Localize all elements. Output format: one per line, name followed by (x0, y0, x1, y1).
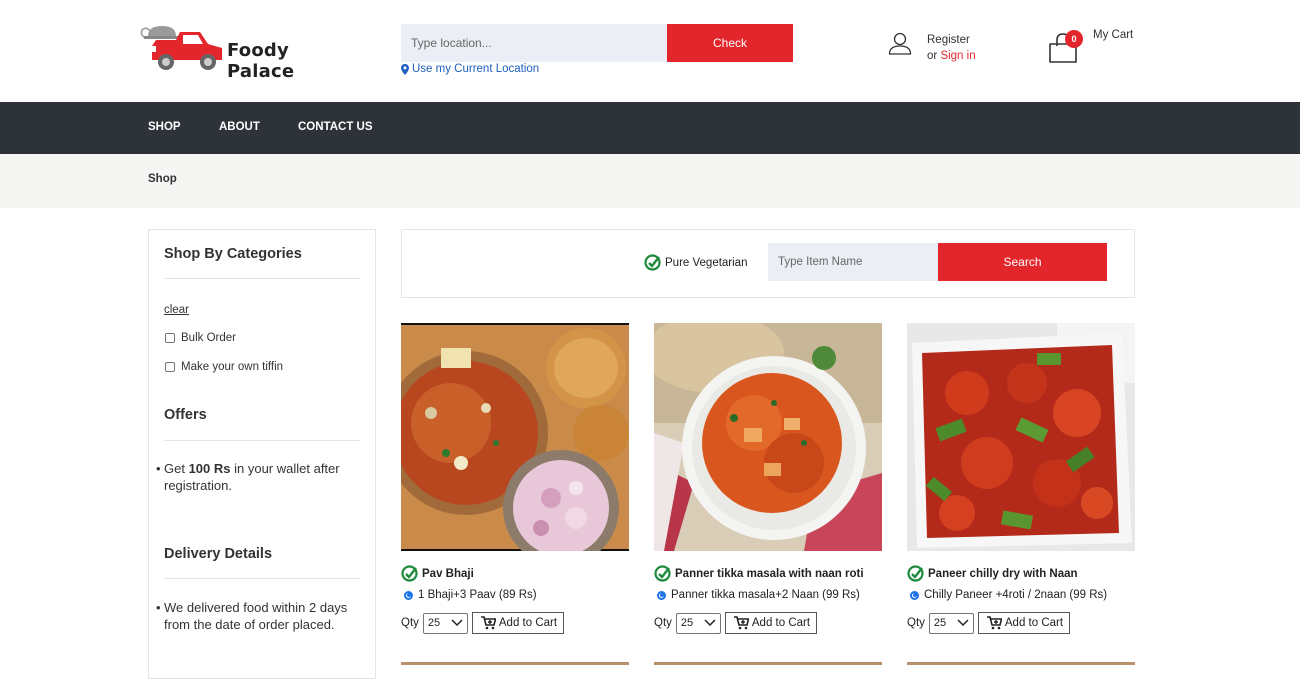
category-make-your-own-tiffin[interactable]: Make your own tiffin (165, 361, 283, 373)
cart-count-badge: 0 (1065, 30, 1083, 48)
product-image[interactable] (401, 323, 629, 551)
category-bulk-order[interactable]: Bulk Order (165, 332, 236, 344)
product-image[interactable] (654, 323, 882, 551)
main-nav: SHOP ABOUT CONTACT US (0, 102, 1300, 154)
sidebar: Shop By Categories clear Bulk Order Make… (148, 229, 376, 679)
delivery-heading: Delivery Details (164, 546, 273, 562)
item-search-panel: Pure Vegetarian Type Item Name Search (401, 229, 1135, 298)
cart-plus-icon (733, 616, 749, 630)
product-card: Pav Bhaji 1 Bhaji+3 Paav (89 Rs) Qty 25 … (401, 323, 629, 634)
categories-heading: Shop By Categories (164, 246, 302, 262)
veg-leaf-icon (654, 565, 671, 582)
sign-in-link[interactable]: Sign in (940, 50, 975, 62)
product-name: Panner tikka masala with naan roti (675, 567, 864, 580)
product-title[interactable]: Paneer chilly dry with Naan (907, 565, 1078, 582)
nav-item-shop[interactable]: SHOP (148, 121, 181, 133)
my-cart-link[interactable]: My Cart (1093, 29, 1133, 41)
qty-value: 25 (933, 617, 947, 629)
add-to-cart-button[interactable]: Add to Cart (471, 612, 565, 634)
product-name: Paneer chilly dry with Naan (928, 567, 1078, 580)
pure-vegetarian-label: Pure Vegetarian (665, 256, 748, 269)
add-to-cart-label: Add to Cart (751, 617, 811, 629)
qty-value: 25 (680, 617, 694, 629)
product-card: Panner tikka masala with naan roti Panne… (654, 323, 882, 634)
category-label: Make your own tiffin (181, 361, 284, 373)
product-image[interactable] (907, 323, 1135, 551)
offer-text: • Get 100 Rs in your wallet after regist… (156, 461, 340, 493)
cart-plus-icon (480, 616, 496, 630)
add-to-cart-label: Add to Cart (498, 617, 558, 629)
map-pin-icon (401, 63, 409, 75)
product-title[interactable]: Panner tikka masala with naan roti (654, 565, 864, 582)
variant-radio[interactable] (910, 590, 919, 600)
product-actions: Qty 25 Add to Cart (401, 612, 565, 634)
user-icon[interactable] (888, 31, 912, 55)
chevron-down-icon (451, 619, 463, 627)
nav-item-contact-us[interactable]: CONTACT US (298, 121, 373, 133)
breadcrumb-current: Shop (148, 173, 177, 185)
product-name: Pav Bhaji (422, 567, 474, 580)
variant-label: Chilly Paneer +4roti / 2naan (99 Rs) (924, 589, 1108, 601)
divider (164, 440, 360, 441)
variant-radio[interactable] (404, 590, 413, 600)
variant-radio[interactable] (657, 590, 666, 600)
delivery-car-icon (140, 26, 222, 70)
product-actions: Qty 25 Add to Cart (907, 612, 1071, 634)
brand-logo[interactable]: Foody Palace (138, 24, 338, 82)
pure-vegetarian-filter[interactable]: Pure Vegetarian (644, 254, 747, 271)
product-card: Paneer chilly dry with Naan Chilly Panee… (907, 323, 1135, 634)
add-to-cart-button[interactable]: Add to Cart (724, 612, 818, 634)
product-actions: Qty 25 Add to Cart (654, 612, 818, 634)
veg-leaf-icon (644, 254, 661, 271)
qty-value: 25 (427, 617, 441, 629)
qty-label: Qty (401, 617, 419, 629)
category-label: Bulk Order (181, 332, 236, 344)
use-current-location-link[interactable]: Use my Current Location (401, 63, 539, 75)
variant-label: 1 Bhaji+3 Paav (89 Rs) (418, 589, 537, 601)
veg-leaf-icon (907, 565, 924, 582)
qty-select[interactable]: 25 (422, 612, 468, 634)
product-title[interactable]: Pav Bhaji (401, 565, 474, 582)
chevron-down-icon (957, 619, 969, 627)
nav-item-about[interactable]: ABOUT (219, 121, 260, 133)
breadcrumb: Shop (0, 154, 1300, 208)
variant-label: Panner tikka masala+2 Naan (99 Rs) (671, 589, 860, 601)
product-variant[interactable]: Chilly Paneer +4roti / 2naan (99 Rs) (910, 589, 1107, 601)
cart-plus-icon (986, 616, 1002, 630)
clear-filters-link[interactable]: clear (164, 304, 189, 316)
check-location-button[interactable]: Check (667, 24, 793, 62)
register-link[interactable]: Register (927, 32, 976, 48)
brand-name: Foody Palace (227, 40, 295, 82)
product-variant[interactable]: Panner tikka masala+2 Naan (99 Rs) (657, 589, 860, 601)
checkbox[interactable] (165, 362, 175, 372)
checkbox[interactable] (165, 333, 175, 343)
offers-heading: Offers (164, 407, 207, 423)
search-button[interactable]: Search (938, 243, 1107, 281)
offer-amount: 100 Rs (188, 461, 231, 476)
qty-label: Qty (907, 617, 925, 629)
current-location-label: Use my Current Location (412, 63, 540, 75)
divider (164, 278, 360, 279)
product-variant[interactable]: 1 Bhaji+3 Paav (89 Rs) (404, 589, 537, 601)
veg-leaf-icon (401, 565, 418, 582)
qty-select[interactable]: 25 (675, 612, 721, 634)
account-links: Register or Sign in (927, 32, 976, 64)
delivery-text: • We delivered food within 2 days from t… (156, 600, 348, 632)
qty-select[interactable]: 25 (928, 612, 974, 634)
add-to-cart-label: Add to Cart (1004, 617, 1064, 629)
add-to-cart-button[interactable]: Add to Cart (977, 612, 1071, 634)
location-input[interactable]: Type location... (401, 24, 667, 62)
item-search-input[interactable]: Type Item Name (768, 243, 938, 281)
or-label: or (927, 50, 938, 62)
divider (164, 578, 360, 579)
site-header: Foody Palace Type location... Check Use … (0, 0, 1300, 102)
qty-label: Qty (654, 617, 672, 629)
chevron-down-icon (704, 619, 716, 627)
